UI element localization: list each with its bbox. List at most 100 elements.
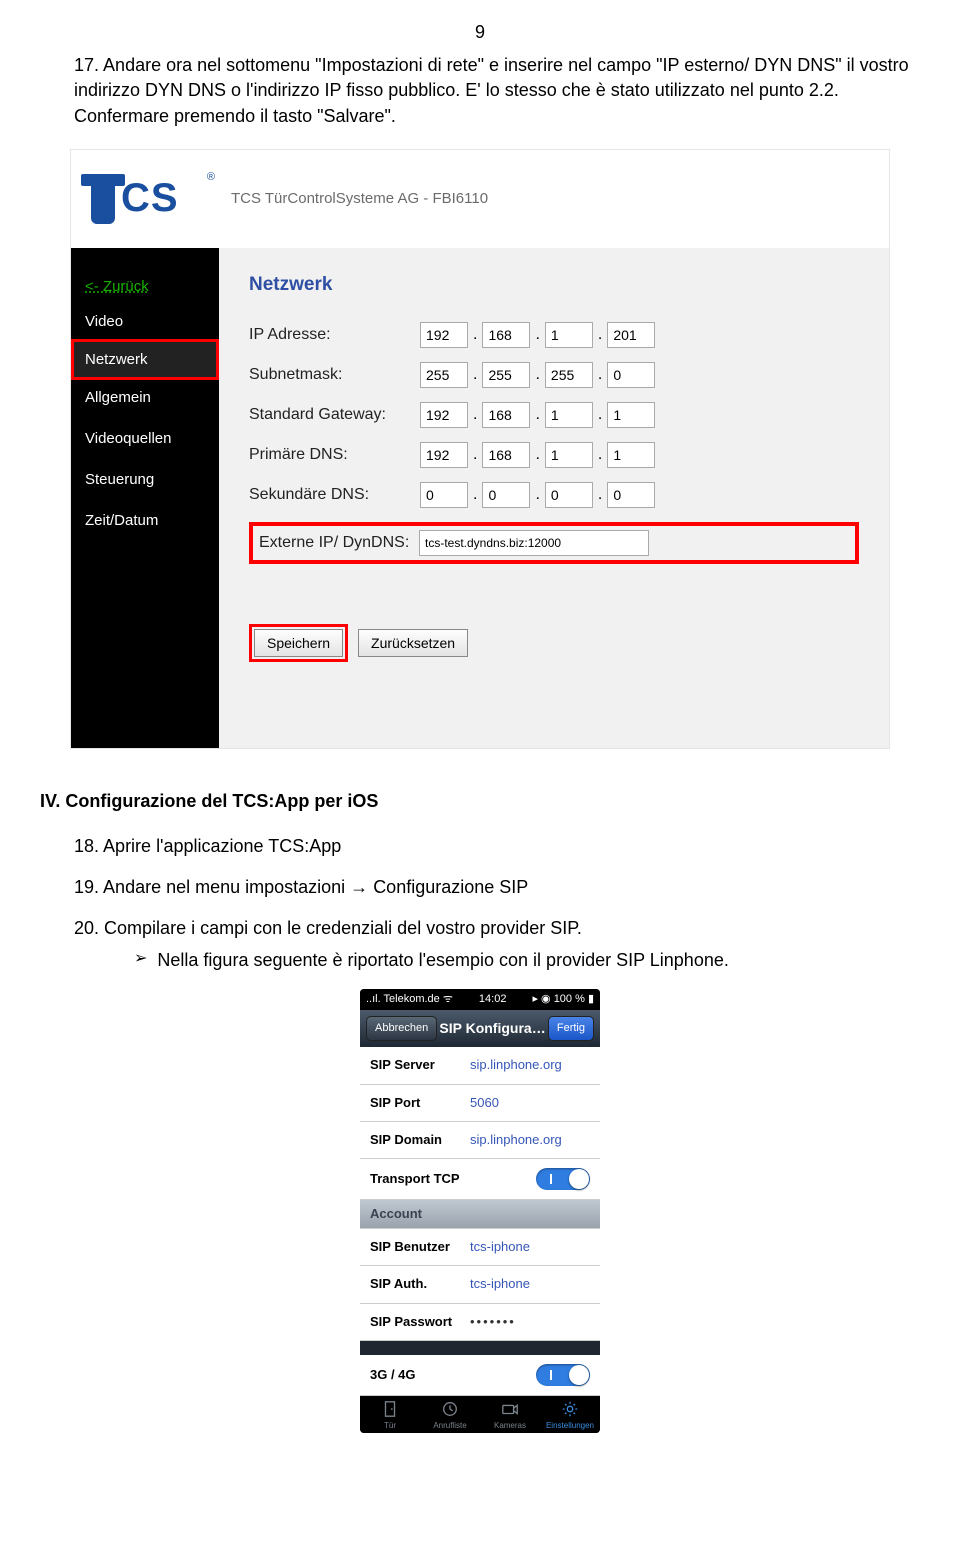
label-dns1: Primäre DNS: [249, 444, 419, 466]
row-3g4g[interactable]: 3G / 4G [360, 1355, 600, 1396]
label-sip-password: SIP Passwort [370, 1313, 470, 1331]
ip-2[interactable] [545, 322, 593, 348]
label-sip-user: SIP Benutzer [370, 1238, 470, 1256]
dns1-1[interactable] [482, 442, 530, 468]
dns2-3[interactable] [607, 482, 655, 508]
gw-1[interactable] [482, 402, 530, 428]
toggle-transport-tcp[interactable] [536, 1168, 590, 1190]
tcs-logo: CS ® [91, 170, 201, 228]
step20-num: 20. [74, 918, 99, 938]
camera-icon [499, 1400, 521, 1418]
page-number: 9 [40, 20, 920, 45]
sidebar-item-zeitdatum[interactable]: Zeit/Datum [71, 500, 219, 541]
dns2-1[interactable] [482, 482, 530, 508]
gw-0[interactable] [420, 402, 468, 428]
gear-icon [559, 1400, 581, 1418]
step17-num: 17. [74, 55, 99, 75]
content-panel: Netzwerk IP Adresse: . . . Subnetmask: .… [219, 248, 889, 748]
row-gw: Standard Gateway: . . . [249, 402, 859, 428]
sidebar-item-steuerung[interactable]: Steuerung [71, 459, 219, 500]
phone-screenshot: ..ıl. Telekom.de ᯤ 14:02 ▸ ◉ 100 % ▮ Abb… [360, 989, 600, 1433]
dns2-2[interactable] [545, 482, 593, 508]
tab-tuer[interactable]: Tür [360, 1400, 420, 1431]
tab-anrufliste[interactable]: Anrufliste [420, 1400, 480, 1431]
step19: 19. Andare nel menu impostazioni → Confi… [74, 875, 920, 900]
value-sip-user: tcs-iphone [470, 1238, 530, 1256]
ip-3[interactable] [607, 322, 655, 348]
dns1-0[interactable] [420, 442, 468, 468]
step17-text: 17. Andare ora nel sottomenu "Impostazio… [74, 53, 920, 129]
clock-icon [439, 1400, 461, 1418]
status-time: 14:02 [479, 992, 507, 1007]
subnet-2[interactable] [545, 362, 593, 388]
sidebar-item-video[interactable]: Video [71, 301, 219, 342]
row-subnet: Subnetmask: . . . [249, 362, 859, 388]
dns1-3[interactable] [607, 442, 655, 468]
step19-num: 19. [74, 877, 99, 897]
tab-kameras[interactable]: Kameras [480, 1400, 540, 1431]
toggle-3g4g[interactable] [536, 1364, 590, 1386]
value-sip-password: ••••••• [470, 1313, 516, 1331]
label-ext: Externe IP/ DynDNS: [259, 532, 419, 554]
row-ip: IP Adresse: . . . [249, 322, 859, 348]
row-dns1: Primäre DNS: . . . [249, 442, 859, 468]
ip-1[interactable] [482, 322, 530, 348]
value-sip-domain: sip.linphone.org [470, 1131, 562, 1149]
web-screenshot: CS ® TCS TürControlSysteme AG - FBI6110 … [70, 149, 890, 749]
dns2-0[interactable] [420, 482, 468, 508]
row-ext: Externe IP/ DynDNS: [249, 522, 859, 564]
step20-bullet: ➢ Nella figura seguente è riportato l'es… [134, 948, 920, 973]
value-sip-auth: tcs-iphone [470, 1275, 530, 1293]
label-subnet: Subnetmask: [249, 364, 419, 386]
section4-heading: IV. Configurazione del TCS:App per iOS [40, 789, 920, 814]
row-sip-user[interactable]: SIP Benutzer tcs-iphone [360, 1229, 600, 1266]
bullet-icon: ➢ [134, 948, 147, 973]
step20: 20. Compilare i campi con le credenziali… [74, 916, 920, 972]
panel-title: Netzwerk [249, 272, 859, 299]
ext-input[interactable] [419, 530, 649, 556]
subnet-3[interactable] [607, 362, 655, 388]
subnet-1[interactable] [482, 362, 530, 388]
label-transport-tcp: Transport TCP [370, 1170, 500, 1188]
phone-tabbar: Tür Anrufliste Kameras Einstellungen [360, 1396, 600, 1433]
subnet-0[interactable] [420, 362, 468, 388]
step19-text: Andare nel menu impostazioni → Configura… [103, 877, 528, 897]
phone-gap [360, 1341, 600, 1355]
step20-bullet-text: Nella figura seguente è riportato l'esem… [157, 948, 728, 973]
account-header: Account [360, 1200, 600, 1229]
gw-3[interactable] [607, 402, 655, 428]
ip-0[interactable] [420, 322, 468, 348]
sidebar-item-netzwerk[interactable]: Netzwerk [71, 339, 219, 380]
step20-text: Compilare i campi con le credenziali del… [104, 918, 582, 938]
door-icon [379, 1400, 401, 1418]
row-transport-tcp[interactable]: Transport TCP [360, 1159, 600, 1200]
done-button[interactable]: Fertig [548, 1016, 594, 1041]
row-sip-auth[interactable]: SIP Auth. tcs-iphone [360, 1266, 600, 1303]
step18: 18. Aprire l'applicazione TCS:App [74, 834, 920, 859]
gw-2[interactable] [545, 402, 593, 428]
label-sip-server: SIP Server [370, 1056, 470, 1074]
sidebar-item-allgemein[interactable]: Allgemein [71, 377, 219, 418]
step18-num: 18. [74, 836, 99, 856]
value-sip-port: 5060 [470, 1094, 499, 1112]
device-title: TCS TürControlSysteme AG - FBI6110 [231, 188, 488, 209]
sidebar-item-videoquellen[interactable]: Videoquellen [71, 418, 219, 459]
status-carrier: ..ıl. Telekom.de ᯤ [366, 992, 453, 1007]
row-dns2: Sekundäre DNS: . . . [249, 482, 859, 508]
dns1-2[interactable] [545, 442, 593, 468]
label-sip-auth: SIP Auth. [370, 1275, 470, 1293]
phone-statusbar: ..ıl. Telekom.de ᯤ 14:02 ▸ ◉ 100 % ▮ [360, 989, 600, 1010]
phone-navbar: Abbrechen SIP Konfigura… Fertig [360, 1010, 600, 1047]
label-dns2: Sekundäre DNS: [249, 484, 419, 506]
row-sip-password[interactable]: SIP Passwort ••••••• [360, 1304, 600, 1341]
save-button[interactable]: Speichern [254, 629, 343, 657]
tab-einstellungen[interactable]: Einstellungen [540, 1400, 600, 1431]
label-sip-port: SIP Port [370, 1094, 470, 1112]
row-sip-domain[interactable]: SIP Domain sip.linphone.org [360, 1122, 600, 1159]
reset-button[interactable]: Zurücksetzen [358, 629, 468, 657]
row-sip-port[interactable]: SIP Port 5060 [360, 1085, 600, 1122]
cancel-button[interactable]: Abbrechen [366, 1016, 437, 1041]
sidebar-back[interactable]: <- Zurück [71, 266, 219, 301]
row-sip-server[interactable]: SIP Server sip.linphone.org [360, 1047, 600, 1084]
label-3g4g: 3G / 4G [370, 1366, 470, 1384]
